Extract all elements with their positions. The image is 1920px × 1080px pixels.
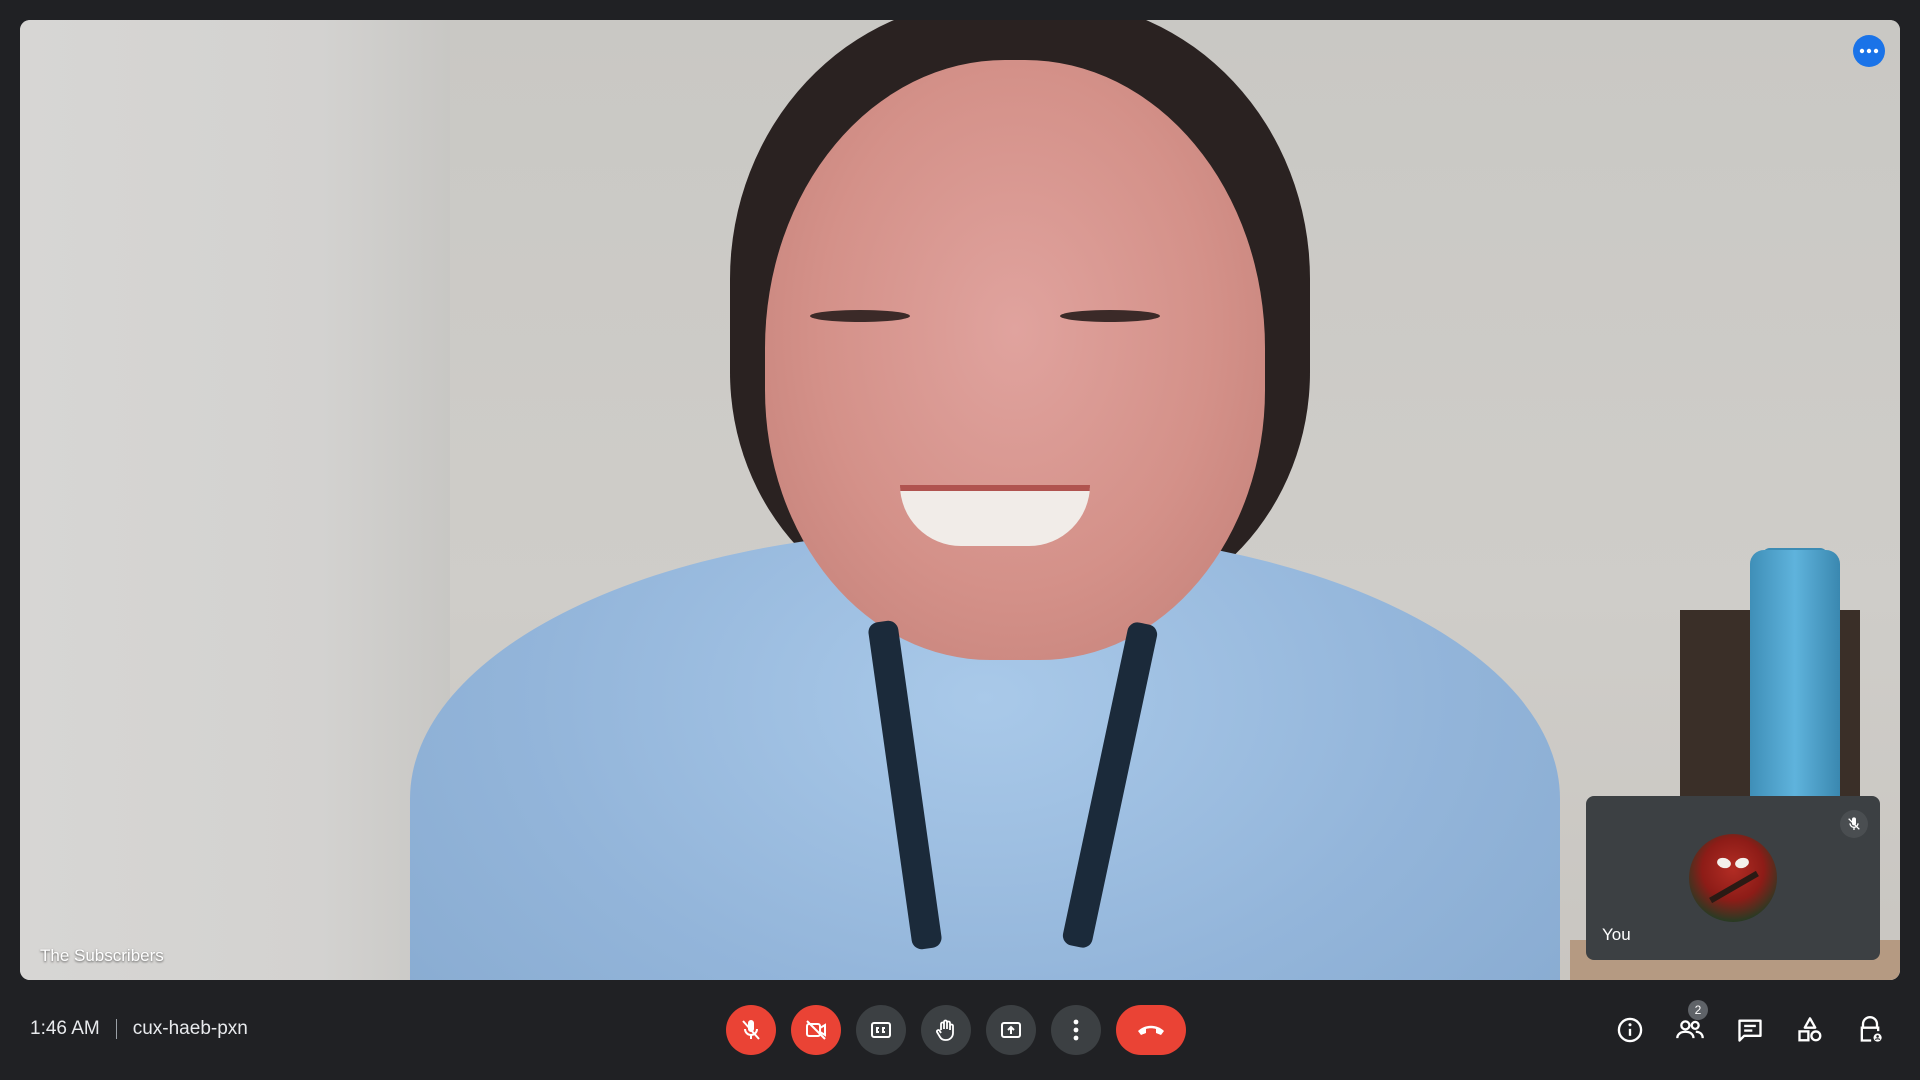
more-options-button[interactable] (1051, 1005, 1101, 1055)
people-button[interactable]: 2 (1670, 1000, 1710, 1050)
video-bottle (1750, 550, 1840, 810)
main-video-tile: The Subscribers You (20, 20, 1900, 980)
avatar-mask-eye-left (1715, 856, 1733, 870)
self-view-label: You (1602, 925, 1631, 944)
video-background-wall (20, 20, 450, 980)
more-horiz-icon[interactable] (1853, 35, 1885, 67)
call-end-icon (1136, 1023, 1166, 1037)
people-count-badge: 2 (1688, 1000, 1708, 1020)
chat-button[interactable] (1730, 1010, 1770, 1050)
self-view-tile[interactable]: You (1586, 796, 1880, 960)
meeting-time: 1:46 AM (30, 1018, 100, 1039)
mic-off-icon (739, 1018, 763, 1042)
meeting-info: 1:46 AM cux-haeb-pxn (30, 1018, 248, 1040)
camera-toggle-button[interactable] (791, 1005, 841, 1055)
raise-hand-button[interactable] (921, 1005, 971, 1055)
participant-eye-right (1060, 310, 1160, 322)
self-avatar (1689, 834, 1777, 922)
closed-caption-icon (869, 1018, 893, 1042)
side-panel-buttons: 2 (1610, 1000, 1890, 1050)
present-screen-icon (999, 1018, 1023, 1042)
avatar-mask-eye-right (1733, 856, 1751, 870)
end-call-button[interactable] (1116, 1005, 1186, 1055)
call-controls (726, 1005, 1186, 1055)
captions-button[interactable] (856, 1005, 906, 1055)
people-icon (1675, 1016, 1705, 1044)
chat-icon (1736, 1016, 1764, 1044)
participant-eye-left (810, 310, 910, 322)
host-lock-icon (1856, 1016, 1884, 1044)
info-icon (1616, 1016, 1644, 1044)
participant-face (765, 60, 1265, 660)
mic-toggle-button[interactable] (726, 1005, 776, 1055)
meeting-details-button[interactable] (1610, 1010, 1650, 1050)
bottom-control-bar: 1:46 AM cux-haeb-pxn 2 (0, 990, 1920, 1080)
avatar-strap (1709, 870, 1759, 904)
more-vert-icon (1073, 1019, 1079, 1041)
hand-icon (934, 1018, 958, 1042)
activities-icon (1796, 1016, 1824, 1044)
meeting-info-divider (115, 1019, 117, 1039)
present-screen-button[interactable] (986, 1005, 1036, 1055)
videocam-off-icon (804, 1018, 828, 1042)
self-mic-off-icon (1840, 810, 1868, 838)
participant-name-label: The Subscribers (40, 946, 164, 965)
meeting-code: cux-haeb-pxn (132, 1018, 248, 1039)
host-controls-button[interactable] (1850, 1010, 1890, 1050)
activities-button[interactable] (1790, 1010, 1830, 1050)
